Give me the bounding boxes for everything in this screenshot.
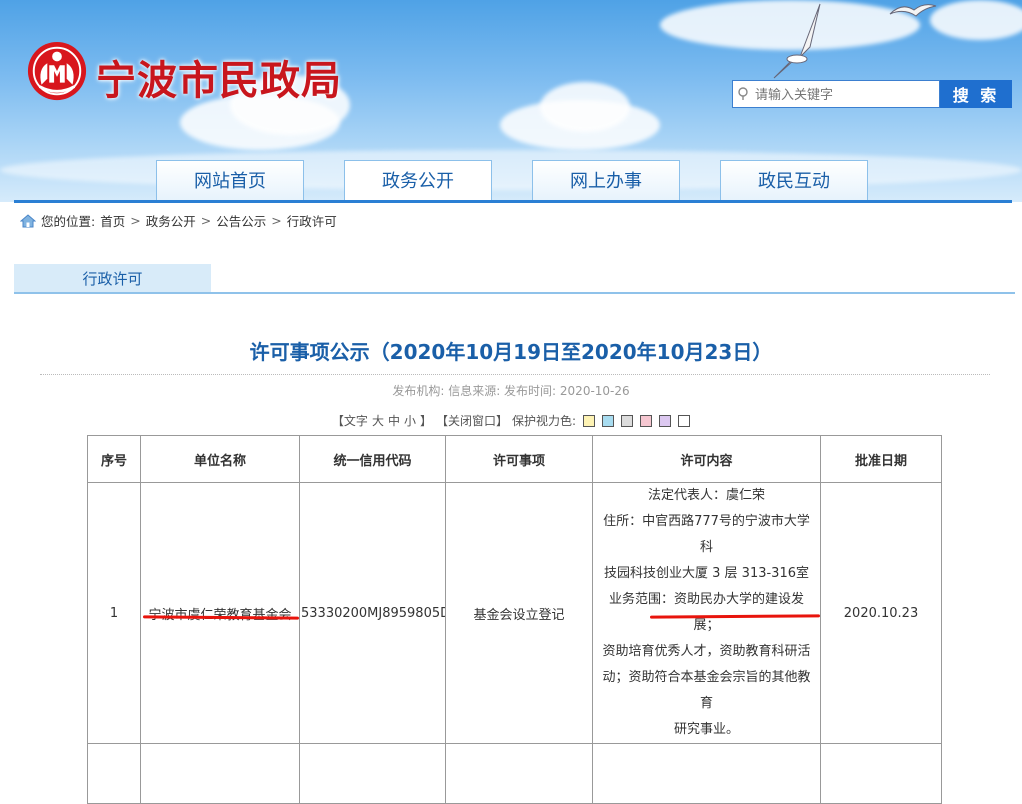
content-line: 动；资助符合本基金会宗旨的其他教育 [602, 670, 811, 711]
nav-item-interaction[interactable]: 政民互动 [720, 160, 868, 200]
site-title: 宁波市民政局 [96, 58, 342, 104]
header-no: 序号 [87, 435, 141, 483]
cloud-decoration [930, 0, 1022, 40]
eye-color-swatch-gray[interactable] [621, 414, 634, 427]
eye-color-swatch-yellow[interactable] [583, 414, 596, 427]
header-content: 许可内容 [592, 435, 821, 483]
table-row [87, 743, 942, 804]
cell-empty [299, 743, 446, 804]
search-icon [738, 87, 748, 100]
breadcrumb-separator: > [130, 213, 141, 228]
cell-empty [140, 743, 300, 804]
nav-item-home[interactable]: 网站首页 [156, 160, 304, 200]
section-tab-admin-permit[interactable]: 行政许可 [14, 264, 211, 292]
article-meta: 发布机构: 信息来源: 发布时间: 2020-10-26 [392, 384, 630, 398]
close-window-link[interactable]: 【关闭窗口】 [436, 412, 508, 429]
content-line: 业务范围：资助民办大学的建设发展； [608, 592, 804, 633]
article-title: 许可事项公示（2020年10月19日至2020年10月23日） [249, 340, 773, 364]
content-line: 法定代表人：虞仁荣 [647, 488, 765, 503]
nav-item-gov-affairs[interactable]: 政务公开 [344, 160, 492, 202]
site-header: 宁波市民政局 搜 索 网站首页 政务公开 网上办事 政民互动 [0, 0, 1022, 202]
header-unit: 单位名称 [140, 435, 300, 483]
search-box [732, 80, 940, 108]
font-medium-link[interactable]: 中 [388, 412, 400, 429]
cell-content: 法定代表人：虞仁荣 住所：中官西路777号的宁波市大学科 技园科技创业大厦 3 … [592, 482, 821, 744]
content-line: 资助培育优秀人才，资助教育科研活 [602, 644, 811, 659]
cell-item: 基金会设立登记 [445, 482, 593, 744]
font-size-label: 【文字 [331, 414, 368, 428]
content-line: 技园科技创业大厦 3 层 313-316室 [604, 566, 809, 581]
table-header-row: 序号 单位名称 统一信用代码 许可事项 许可内容 批准日期 [87, 435, 942, 483]
cell-empty [592, 743, 821, 804]
breadcrumb-gov-affairs[interactable]: 政务公开 [146, 211, 196, 230]
breadcrumb: 您的位置: 首页 > 政务公开 > 公告公示 > 行政许可 [20, 211, 337, 230]
table-row: 1 宁波市虞仁荣教育基金会 53330200MJ8959805D 基金会设立登记… [87, 482, 942, 744]
header-code: 统一信用代码 [299, 435, 446, 483]
main-nav: 网站首页 政务公开 网上办事 政民互动 [0, 160, 1022, 202]
section-divider [14, 292, 1015, 294]
cell-date: 2020.10.23 [820, 482, 942, 744]
cloud-decoration [540, 82, 630, 132]
breadcrumb-prefix: 您的位置: [41, 214, 96, 229]
font-size-close-bracket: 】 [419, 414, 432, 428]
cell-empty [87, 743, 141, 804]
title-divider [40, 374, 990, 375]
article-tools: 【文字 大 中 小 】 【关闭窗口】 保护视力色: [0, 412, 1022, 429]
cell-code: 53330200MJ8959805D [299, 482, 446, 744]
header-date: 批准日期 [820, 435, 942, 483]
permit-table: 序号 单位名称 统一信用代码 许可事项 许可内容 批准日期 1 宁波市虞仁荣教育… [87, 435, 942, 804]
home-icon [20, 213, 36, 227]
content-line: 研究事业。 [673, 722, 739, 737]
eye-color-swatch-white[interactable] [678, 414, 691, 427]
eye-color-swatch-pink[interactable] [640, 414, 653, 427]
seagull-icon [773, 3, 821, 79]
font-large-link[interactable]: 大 [372, 412, 384, 429]
breadcrumb-separator: > [200, 213, 212, 228]
cell-empty [820, 743, 942, 804]
breadcrumb-admin-permit[interactable]: 行政许可 [287, 211, 337, 230]
civil-affairs-logo [27, 41, 87, 101]
eye-color-label: 保护视力色: [512, 414, 577, 428]
cell-no: 1 [87, 482, 141, 744]
search-button[interactable]: 搜 索 [940, 80, 1012, 108]
cell-unit: 宁波市虞仁荣教育基金会 [140, 482, 300, 744]
font-small-link[interactable]: 小 [404, 412, 416, 429]
breadcrumb-home[interactable]: 首页 [100, 211, 125, 230]
nav-underline [14, 200, 1012, 203]
eye-color-swatch-purple[interactable] [659, 414, 672, 427]
cell-empty [445, 743, 593, 804]
nav-item-online-services[interactable]: 网上办事 [532, 160, 680, 200]
eye-color-swatch-blue[interactable] [602, 414, 615, 427]
content-line: 住所：中官西路777号的宁波市大学科 [603, 514, 810, 555]
breadcrumb-notices[interactable]: 公告公示 [216, 211, 266, 230]
header-item: 许可事项 [445, 435, 593, 483]
breadcrumb-separator: > [271, 213, 282, 228]
seagull-icon [889, 4, 937, 17]
search-input[interactable] [753, 84, 937, 106]
